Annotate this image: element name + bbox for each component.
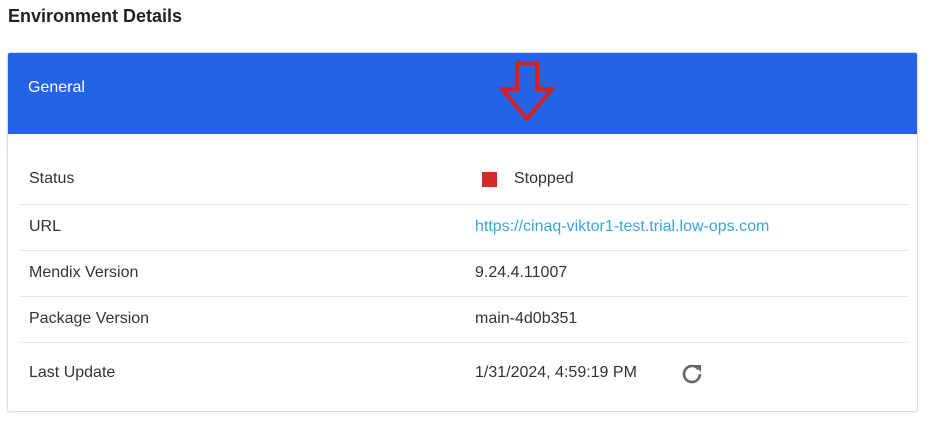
url-label: URL [29,218,62,235]
details-table: Status Stopped URL https://cinaq-viktor1… [8,134,917,405]
card-header: General [8,53,917,134]
page-title: Environment Details [8,6,183,26]
table-row-url: URL https://cinaq-viktor1-test.trial.low… [20,205,908,251]
status-indicator [482,172,497,187]
table-row-last-update: Last Update 1/31/2024, 4:59:19 PM [20,343,908,405]
table-row-mendix-version: Mendix Version 9.24.4.11007 [20,251,908,297]
last-update-value: 1/31/2024, 4:59:19 PM [475,364,637,381]
general-card: General Status Stopped URL https://cinaq… [7,52,918,412]
package-version-label: Package Version [29,310,150,327]
mendix-version-label: Mendix Version [29,264,139,281]
last-update-label: Last Update [29,364,116,381]
status-value: Stopped [514,170,574,187]
refresh-icon[interactable] [680,362,704,386]
table-row-package-version: Package Version main-4d0b351 [20,297,908,343]
card-header-title: General [28,79,85,96]
url-link[interactable]: https://cinaq-viktor1-test.trial.low-ops… [475,217,769,237]
down-arrow-icon [498,61,556,123]
package-version-value: main-4d0b351 [475,310,578,327]
table-row-status: Status Stopped [20,134,908,205]
mendix-version-value: 9.24.4.11007 [475,264,568,281]
status-label: Status [29,170,75,187]
